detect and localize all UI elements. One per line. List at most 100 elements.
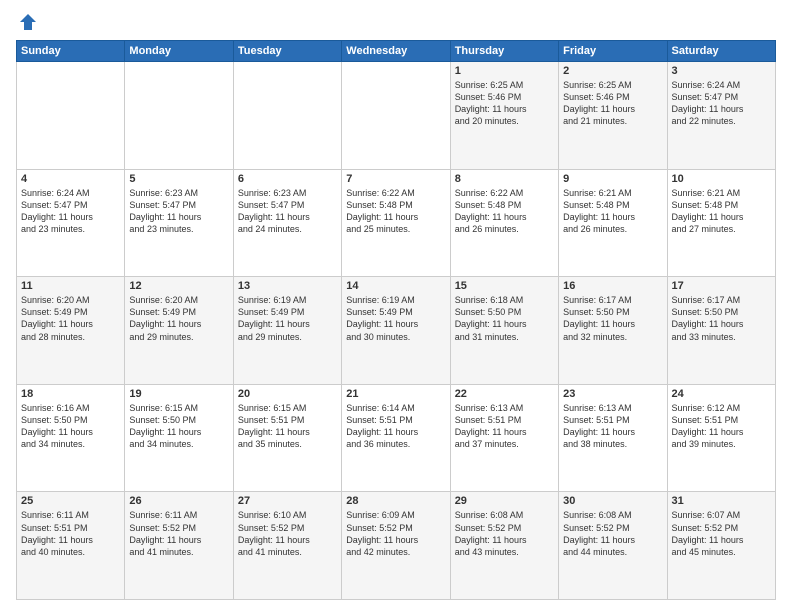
calendar-cell: 30 Sunrise: 6:08 AM Sunset: 5:52 PM Dayli… <box>559 492 667 600</box>
calendar-cell: 5 Sunrise: 6:23 AM Sunset: 5:47 PM Daylig… <box>125 169 233 277</box>
calendar-cell: 27 Sunrise: 6:10 AM Sunset: 5:52 PM Dayli… <box>233 492 341 600</box>
day-info: Sunrise: 6:22 AM Sunset: 5:48 PM Dayligh… <box>455 187 554 236</box>
calendar-cell: 11Sunrise: 6:20 AM Sunset: 5:49 PM Dayli… <box>17 277 125 385</box>
day-info: Sunrise: 6:09 AM Sunset: 5:52 PM Dayligh… <box>346 509 445 558</box>
day-number: 31 <box>672 495 771 507</box>
day-number: 21 <box>346 388 445 400</box>
day-info: Sunrise: 6:16 AM Sunset: 5:50 PM Dayligh… <box>21 402 120 451</box>
calendar-cell: 23 Sunrise: 6:13 AM Sunset: 5:51 PM Dayli… <box>559 384 667 492</box>
weekday-header-wednesday: Wednesday <box>342 41 450 62</box>
day-info: Sunrise: 6:15 AM Sunset: 5:51 PM Dayligh… <box>238 402 337 451</box>
calendar-cell <box>125 62 233 170</box>
calendar-cell: 31 Sunrise: 6:07 AM Sunset: 5:52 PM Dayli… <box>667 492 775 600</box>
day-number: 27 <box>238 495 337 507</box>
logo-icon <box>18 12 38 32</box>
day-info: Sunrise: 6:12 AM Sunset: 5:51 PM Dayligh… <box>672 402 771 451</box>
day-info: Sunrise: 6:19 AM Sunset: 5:49 PM Dayligh… <box>346 294 445 343</box>
day-info: Sunrise: 6:21 AM Sunset: 5:48 PM Dayligh… <box>672 187 771 236</box>
calendar-week-1: 1 Sunrise: 6:25 AM Sunset: 5:46 PM Daylig… <box>17 62 776 170</box>
calendar-week-4: 18Sunrise: 6:16 AM Sunset: 5:50 PM Dayli… <box>17 384 776 492</box>
day-number: 22 <box>455 388 554 400</box>
day-info: Sunrise: 6:25 AM Sunset: 5:46 PM Dayligh… <box>455 79 554 128</box>
calendar-cell: 12 Sunrise: 6:20 AM Sunset: 5:49 PM Dayli… <box>125 277 233 385</box>
calendar-cell <box>342 62 450 170</box>
header <box>16 12 776 32</box>
day-info: Sunrise: 6:23 AM Sunset: 5:47 PM Dayligh… <box>238 187 337 236</box>
calendar-cell: 14 Sunrise: 6:19 AM Sunset: 5:49 PM Dayli… <box>342 277 450 385</box>
calendar-cell: 19 Sunrise: 6:15 AM Sunset: 5:50 PM Dayli… <box>125 384 233 492</box>
calendar-cell: 18Sunrise: 6:16 AM Sunset: 5:50 PM Dayli… <box>17 384 125 492</box>
day-number: 19 <box>129 388 228 400</box>
day-number: 17 <box>672 280 771 292</box>
logo <box>16 12 38 32</box>
day-number: 16 <box>563 280 662 292</box>
day-number: 29 <box>455 495 554 507</box>
calendar-week-5: 25Sunrise: 6:11 AM Sunset: 5:51 PM Dayli… <box>17 492 776 600</box>
day-info: Sunrise: 6:15 AM Sunset: 5:50 PM Dayligh… <box>129 402 228 451</box>
day-number: 2 <box>563 65 662 77</box>
day-info: Sunrise: 6:25 AM Sunset: 5:46 PM Dayligh… <box>563 79 662 128</box>
day-number: 14 <box>346 280 445 292</box>
day-number: 24 <box>672 388 771 400</box>
weekday-header-thursday: Thursday <box>450 41 558 62</box>
day-info: Sunrise: 6:21 AM Sunset: 5:48 PM Dayligh… <box>563 187 662 236</box>
calendar-cell: 1 Sunrise: 6:25 AM Sunset: 5:46 PM Daylig… <box>450 62 558 170</box>
calendar-cell: 20 Sunrise: 6:15 AM Sunset: 5:51 PM Dayli… <box>233 384 341 492</box>
day-number: 4 <box>21 173 120 185</box>
calendar-cell: 24 Sunrise: 6:12 AM Sunset: 5:51 PM Dayli… <box>667 384 775 492</box>
day-number: 15 <box>455 280 554 292</box>
calendar-cell: 13Sunrise: 6:19 AM Sunset: 5:49 PM Dayli… <box>233 277 341 385</box>
day-info: Sunrise: 6:13 AM Sunset: 5:51 PM Dayligh… <box>563 402 662 451</box>
day-info: Sunrise: 6:20 AM Sunset: 5:49 PM Dayligh… <box>129 294 228 343</box>
day-info: Sunrise: 6:24 AM Sunset: 5:47 PM Dayligh… <box>672 79 771 128</box>
calendar-cell: 25Sunrise: 6:11 AM Sunset: 5:51 PM Dayli… <box>17 492 125 600</box>
day-info: Sunrise: 6:22 AM Sunset: 5:48 PM Dayligh… <box>346 187 445 236</box>
calendar-cell: 29 Sunrise: 6:08 AM Sunset: 5:52 PM Dayli… <box>450 492 558 600</box>
day-number: 30 <box>563 495 662 507</box>
calendar-cell: 22 Sunrise: 6:13 AM Sunset: 5:51 PM Dayli… <box>450 384 558 492</box>
day-number: 5 <box>129 173 228 185</box>
calendar-cell: 10Sunrise: 6:21 AM Sunset: 5:48 PM Dayli… <box>667 169 775 277</box>
calendar-cell: 2 Sunrise: 6:25 AM Sunset: 5:46 PM Daylig… <box>559 62 667 170</box>
day-info: Sunrise: 6:17 AM Sunset: 5:50 PM Dayligh… <box>563 294 662 343</box>
calendar-cell: 28 Sunrise: 6:09 AM Sunset: 5:52 PM Dayli… <box>342 492 450 600</box>
calendar-week-2: 4 Sunrise: 6:24 AM Sunset: 5:47 PM Daylig… <box>17 169 776 277</box>
weekday-header-saturday: Saturday <box>667 41 775 62</box>
calendar-cell: 7 Sunrise: 6:22 AM Sunset: 5:48 PM Daylig… <box>342 169 450 277</box>
weekday-header-friday: Friday <box>559 41 667 62</box>
day-number: 20 <box>238 388 337 400</box>
day-number: 8 <box>455 173 554 185</box>
day-number: 7 <box>346 173 445 185</box>
calendar-cell: 4 Sunrise: 6:24 AM Sunset: 5:47 PM Daylig… <box>17 169 125 277</box>
day-number: 12 <box>129 280 228 292</box>
calendar-cell: 17 Sunrise: 6:17 AM Sunset: 5:50 PM Dayli… <box>667 277 775 385</box>
day-number: 6 <box>238 173 337 185</box>
calendar: SundayMondayTuesdayWednesdayThursdayFrid… <box>16 40 776 600</box>
calendar-cell: 6 Sunrise: 6:23 AM Sunset: 5:47 PM Daylig… <box>233 169 341 277</box>
calendar-cell: 3Sunrise: 6:24 AM Sunset: 5:47 PM Daylig… <box>667 62 775 170</box>
day-number: 23 <box>563 388 662 400</box>
calendar-cell: 21 Sunrise: 6:14 AM Sunset: 5:51 PM Dayli… <box>342 384 450 492</box>
day-number: 1 <box>455 65 554 77</box>
day-info: Sunrise: 6:17 AM Sunset: 5:50 PM Dayligh… <box>672 294 771 343</box>
day-number: 28 <box>346 495 445 507</box>
day-info: Sunrise: 6:10 AM Sunset: 5:52 PM Dayligh… <box>238 509 337 558</box>
day-info: Sunrise: 6:11 AM Sunset: 5:52 PM Dayligh… <box>129 509 228 558</box>
weekday-header-monday: Monday <box>125 41 233 62</box>
day-info: Sunrise: 6:07 AM Sunset: 5:52 PM Dayligh… <box>672 509 771 558</box>
calendar-cell <box>233 62 341 170</box>
weekday-header-sunday: Sunday <box>17 41 125 62</box>
day-info: Sunrise: 6:08 AM Sunset: 5:52 PM Dayligh… <box>455 509 554 558</box>
day-info: Sunrise: 6:08 AM Sunset: 5:52 PM Dayligh… <box>563 509 662 558</box>
day-info: Sunrise: 6:14 AM Sunset: 5:51 PM Dayligh… <box>346 402 445 451</box>
calendar-cell: 9Sunrise: 6:21 AM Sunset: 5:48 PM Daylig… <box>559 169 667 277</box>
day-info: Sunrise: 6:24 AM Sunset: 5:47 PM Dayligh… <box>21 187 120 236</box>
calendar-cell: 16 Sunrise: 6:17 AM Sunset: 5:50 PM Dayli… <box>559 277 667 385</box>
weekday-header-row: SundayMondayTuesdayWednesdayThursdayFrid… <box>17 41 776 62</box>
day-info: Sunrise: 6:23 AM Sunset: 5:47 PM Dayligh… <box>129 187 228 236</box>
calendar-cell: 26Sunrise: 6:11 AM Sunset: 5:52 PM Dayli… <box>125 492 233 600</box>
day-number: 11 <box>21 280 120 292</box>
weekday-header-tuesday: Tuesday <box>233 41 341 62</box>
day-info: Sunrise: 6:13 AM Sunset: 5:51 PM Dayligh… <box>455 402 554 451</box>
calendar-cell <box>17 62 125 170</box>
